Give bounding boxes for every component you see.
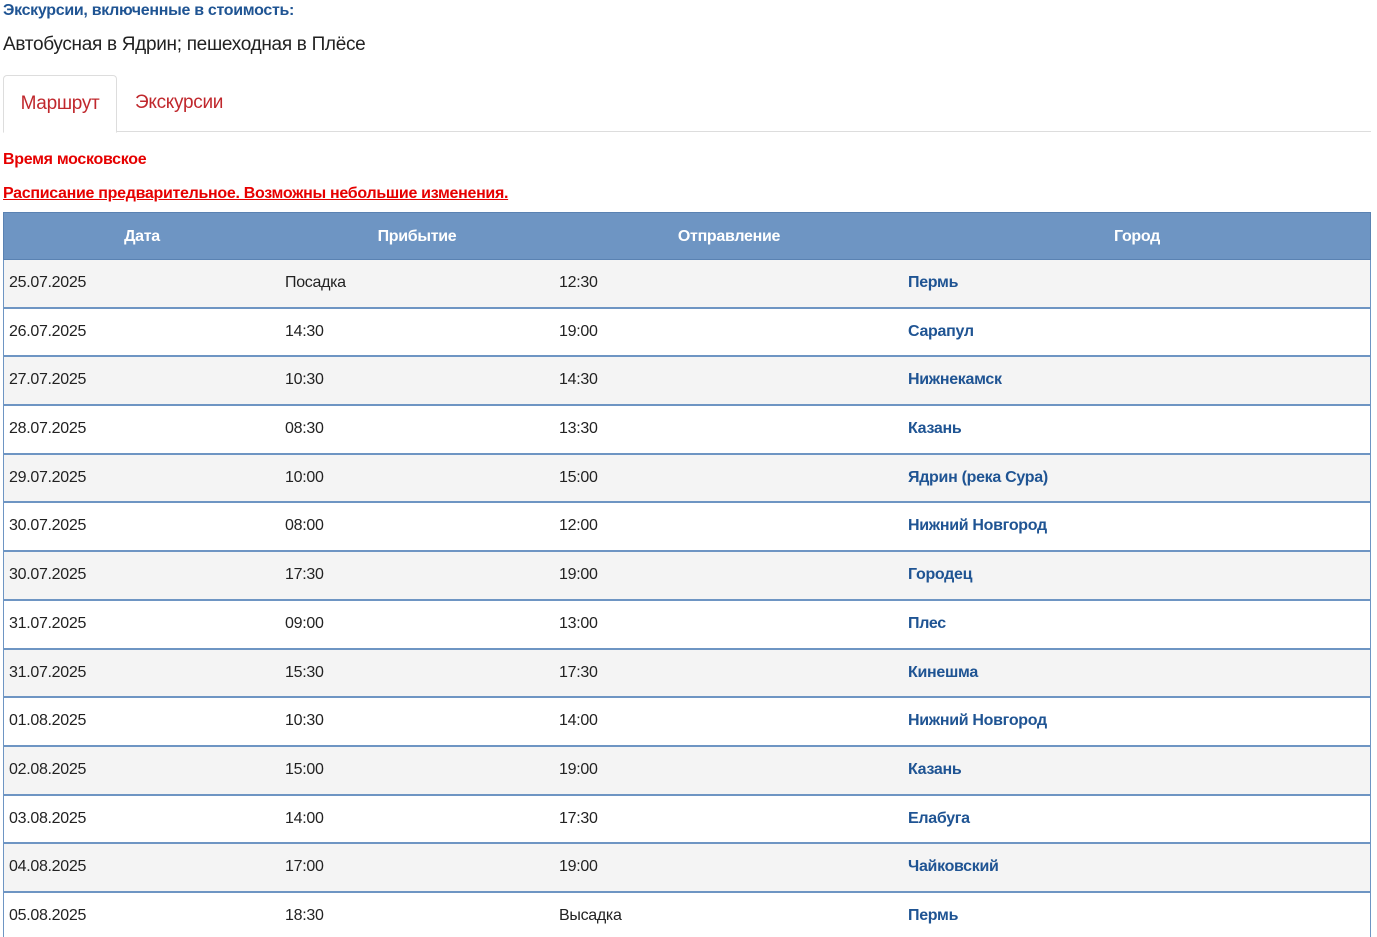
cell-arrival: 17:30 — [285, 566, 324, 584]
cell-departure: 12:00 — [559, 517, 598, 535]
table-row: 30.07.2025 08:00 12:00 Нижний Новгород — [3, 503, 1371, 553]
excursions-text: Автобусная в Ядрин; пешеходная в Плёсе — [3, 34, 366, 55]
table-row: 31.07.2025 09:00 13:00 Плес — [3, 600, 1371, 650]
tab-bar: Маршрут Экскурсии — [3, 75, 1371, 133]
cell-date: 01.08.2025 — [9, 712, 87, 730]
cell-departure: 14:00 — [559, 712, 598, 730]
cell-departure: 17:30 — [559, 809, 598, 827]
cell-city-link[interactable]: Ядрин (река Сура) — [908, 455, 1048, 501]
page: Экскурсии, включенные в стоимость: Автоб… — [0, 0, 1377, 937]
cell-date: 27.07.2025 — [9, 371, 87, 389]
tab-route[interactable]: Маршрут — [3, 75, 117, 133]
table-body: 25.07.2025 Посадка 12:30 Пермь 26.07.2025 14:… — [3, 260, 1371, 937]
cell-city-link[interactable]: Нижнекамск — [908, 357, 1002, 403]
cell-departure: 13:30 — [559, 420, 598, 438]
cell-city-link[interactable]: Городец — [908, 552, 972, 598]
cell-date: 31.07.2025 — [9, 614, 87, 632]
cell-city-link[interactable]: Сарапул — [908, 309, 974, 355]
cell-city-link[interactable]: Кинешма — [908, 650, 978, 696]
header-city: Город — [1113, 228, 1161, 245]
cell-departure: 19:00 — [559, 760, 598, 778]
cell-city-link[interactable]: Нижний Новгород — [908, 503, 1047, 549]
header-date: Дата — [124, 228, 160, 245]
cell-departure: 14:30 — [559, 371, 598, 389]
table-header: Дата Прибытие Отправление Город — [3, 212, 1371, 260]
cell-city-link[interactable]: Нижний Новгород — [908, 698, 1047, 744]
cell-date: 30.07.2025 — [9, 517, 87, 535]
cell-arrival: 15:00 — [285, 760, 324, 778]
cell-arrival: Посадка — [285, 274, 346, 291]
table-row: 30.07.2025 17:30 19:00 Городец — [3, 552, 1371, 601]
header-arrival: Прибытие — [377, 228, 457, 245]
table-row: 25.07.2025 Посадка 12:30 Пермь — [3, 260, 1371, 309]
table-row: 26.07.2025 14:30 19:00 Сарапул — [3, 308, 1371, 358]
cell-city-link[interactable]: Чайковский — [908, 844, 999, 890]
cell-departure: 15:00 — [559, 468, 598, 486]
table-row: 01.08.2025 10:30 14:00 Нижний Новгород — [3, 698, 1371, 747]
cell-arrival: 14:00 — [285, 809, 324, 827]
cell-arrival: 10:30 — [285, 371, 324, 389]
cell-city-link[interactable]: Казань — [908, 406, 962, 452]
cell-date: 31.07.2025 — [9, 663, 87, 681]
cell-arrival: 14:30 — [285, 322, 324, 340]
cell-departure: Высадка — [559, 906, 622, 924]
table-row: 29.07.2025 10:00 15:00 Ядрин (река Сура) — [3, 454, 1371, 504]
table-row: 03.08.2025 14:00 17:30 Елабуга — [3, 795, 1371, 845]
table-row: 04.08.2025 17:00 19:00 Чайковский — [3, 844, 1371, 893]
cell-departure: 12:30 — [559, 274, 598, 291]
cell-city-link[interactable]: Елабуга — [908, 796, 970, 842]
cell-date: 26.07.2025 — [9, 322, 87, 340]
cell-arrival: 15:30 — [285, 663, 324, 681]
cell-departure: 19:00 — [559, 322, 598, 340]
excursions-heading: Экскурсии, включенные в стоимость: — [3, 2, 295, 19]
cell-city-link[interactable]: Плес — [908, 601, 946, 647]
cell-date: 02.08.2025 — [9, 760, 87, 778]
cell-arrival: 10:30 — [285, 712, 324, 730]
cell-arrival: 08:00 — [285, 517, 324, 535]
cell-departure: 19:00 — [559, 858, 598, 876]
table-row: 28.07.2025 08:30 13:30 Казань — [3, 406, 1371, 455]
cell-arrival: 09:00 — [285, 614, 324, 632]
cell-city-link[interactable]: Казань — [908, 747, 962, 793]
cell-city-link[interactable]: Пермь — [908, 893, 958, 937]
notice-moscow-time: Время московское — [3, 151, 147, 168]
table-row: 27.07.2025 10:30 14:30 Нижнекамск — [3, 357, 1371, 407]
cell-date: 25.07.2025 — [9, 274, 87, 291]
tab-excursions[interactable]: Экскурсии — [135, 75, 223, 131]
cell-departure: 19:00 — [559, 566, 598, 584]
cell-arrival: 18:30 — [285, 906, 324, 924]
table-row: 31.07.2025 15:30 17:30 Кинешма — [3, 649, 1371, 699]
header-departure: Отправление — [677, 228, 781, 245]
cell-departure: 13:00 — [559, 614, 598, 632]
cell-arrival: 17:00 — [285, 858, 324, 876]
cell-arrival: 08:30 — [285, 420, 324, 438]
cell-city-link[interactable]: Пермь — [908, 260, 958, 306]
schedule-table: Дата Прибытие Отправление Город 25.07.20… — [3, 212, 1371, 937]
cell-date: 28.07.2025 — [9, 420, 87, 438]
cell-date: 29.07.2025 — [9, 468, 87, 486]
cell-date: 04.08.2025 — [9, 858, 87, 876]
table-row: 05.08.2025 18:30 Высадка Пермь — [3, 892, 1371, 937]
cell-departure: 17:30 — [559, 663, 598, 681]
cell-date: 05.08.2025 — [9, 906, 87, 924]
notice-preliminary-schedule: Расписание предварительное. Возможны неб… — [3, 185, 509, 202]
cell-date: 30.07.2025 — [9, 566, 87, 584]
cell-date: 03.08.2025 — [9, 809, 87, 827]
cell-arrival: 10:00 — [285, 468, 324, 486]
table-row: 02.08.2025 15:00 19:00 Казань — [3, 746, 1371, 796]
